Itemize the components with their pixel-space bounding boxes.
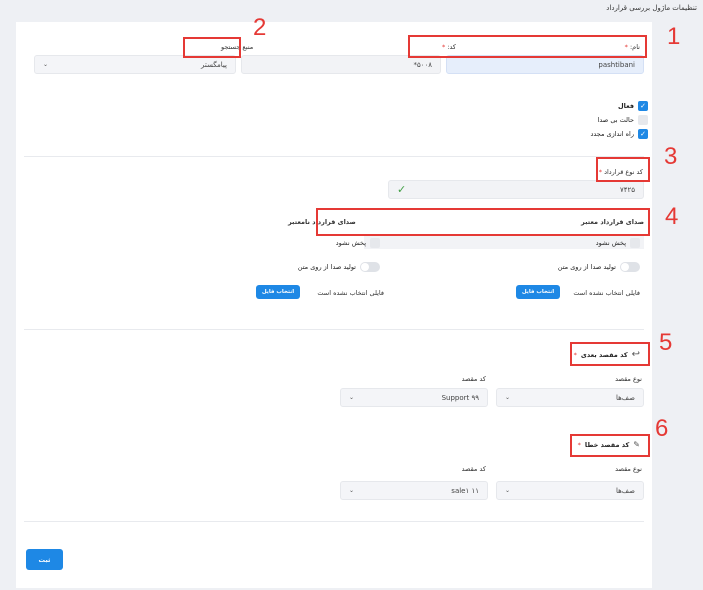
next-dest-code-select[interactable]: ⌄ Support ۹۹	[340, 388, 488, 407]
divider	[24, 329, 644, 330]
invalid-choose-file-button[interactable]: انتخاب فایل	[256, 285, 300, 299]
invalid-voice-title: صدای قرارداد نامعتبر	[288, 218, 356, 226]
restart-checkbox-row[interactable]: ✓ راه اندازی مجدد	[590, 129, 648, 139]
valid-no-play-label: پخش نشود	[595, 239, 626, 247]
error-dest-type-value: صف‌ها	[615, 486, 635, 495]
next-dest-code-value: Support ۹۹	[441, 393, 479, 402]
code-label: کد:	[447, 43, 456, 51]
contract-type-label: کد نوع قرارداد	[604, 168, 643, 176]
name-input[interactable]: pashtibani	[446, 55, 644, 74]
contract-type-value: ۷۴۲۵	[619, 185, 635, 194]
search-source-value: پیامگستر	[200, 60, 227, 69]
invalid-tts-row[interactable]: تولید صدا از روی متن	[298, 262, 380, 272]
error-dest-code-select[interactable]: ⌄ sale۱ ۱۱	[340, 481, 488, 500]
chevron-down-icon: ⌄	[43, 61, 49, 68]
divider	[24, 156, 644, 157]
annotation-number: 6	[655, 415, 669, 442]
invalid-tts-label: تولید صدا از روی متن	[297, 263, 356, 271]
contract-type-input[interactable]: ✓ ۷۴۲۵	[388, 180, 644, 199]
code-input[interactable]: *۵۰۰۸	[241, 55, 441, 74]
annotation-number: 5	[659, 329, 673, 356]
restart-label: راه اندازی مجدد	[590, 130, 634, 138]
check-icon: ✓	[397, 183, 407, 196]
invalid-no-play-label: پخش نشود	[335, 239, 366, 247]
name-label-group: نام: *	[625, 43, 640, 51]
error-dest-code-value: sale۱ ۱۱	[451, 486, 479, 495]
valid-tts-toggle[interactable]	[620, 262, 640, 272]
error-dest-required-mark: *	[577, 440, 581, 449]
invalid-tts-toggle[interactable]	[360, 262, 380, 272]
valid-no-file-text: فایلی انتخاب نشده است	[573, 289, 640, 297]
annotation-number: 3	[664, 143, 678, 170]
divider	[24, 521, 644, 522]
page-title: تنظیمات ماژول بررسی قرارداد	[606, 4, 697, 12]
magic-wand-icon: ✎	[633, 440, 640, 449]
valid-voice-title: صدای قرارداد معتبر	[581, 218, 644, 226]
next-dest-type-label: نوع مقصد	[615, 375, 642, 383]
active-checkbox[interactable]: ✓	[638, 101, 648, 111]
reply-arrow-icon: ↩	[631, 349, 640, 360]
error-dest-header: ✎ کد مقصد خطا *	[578, 440, 640, 449]
valid-no-play-checkbox[interactable]	[630, 238, 640, 248]
chevron-down-icon: ⌄	[505, 487, 511, 494]
code-label-group: کد: *	[442, 43, 456, 51]
search-source-label: منبع جستجو	[221, 43, 254, 51]
search-source-select[interactable]: ⌄ پیامگستر	[34, 55, 236, 74]
settings-panel: نام: * کد: * منبع جستجو pashtibani *۵۰۰۸…	[16, 22, 652, 588]
next-dest-type-value: صف‌ها	[615, 393, 635, 402]
name-required-mark: *	[624, 43, 628, 51]
error-dest-type-label: نوع مقصد	[615, 465, 642, 473]
next-dest-label: کد مقصد بعدی	[580, 350, 628, 359]
chevron-down-icon: ⌄	[349, 487, 355, 494]
annotation-number: 4	[665, 203, 679, 230]
silent-checkbox[interactable]	[638, 115, 648, 125]
next-dest-required-mark: *	[573, 350, 577, 359]
next-dest-code-label: کد مقصد	[461, 375, 486, 383]
contract-type-label-group: کد نوع قرارداد *	[599, 168, 643, 176]
active-label: فعال	[617, 102, 634, 110]
submit-button[interactable]: ثبت	[26, 549, 63, 570]
error-dest-code-label: کد مقصد	[461, 465, 486, 473]
chevron-down-icon: ⌄	[349, 394, 355, 401]
valid-tts-row[interactable]: تولید صدا از روی متن	[558, 262, 640, 272]
next-dest-header: ↩ کد مقصد بعدی *	[574, 349, 640, 360]
restart-checkbox[interactable]: ✓	[638, 129, 648, 139]
error-dest-type-select[interactable]: ⌄ صف‌ها	[496, 481, 644, 500]
code-required-mark: *	[441, 43, 446, 51]
invalid-no-file-text: فایلی انتخاب نشده است	[317, 289, 384, 297]
annotation-number: 2	[253, 14, 267, 41]
contract-type-required-mark: *	[598, 168, 602, 176]
name-label: نام:	[629, 43, 640, 51]
chevron-down-icon: ⌄	[505, 394, 511, 401]
error-dest-label: کد مقصد خطا	[584, 440, 630, 449]
valid-no-play-row[interactable]: پخش نشود	[596, 238, 640, 248]
next-dest-type-select[interactable]: ⌄ صف‌ها	[496, 388, 644, 407]
active-checkbox-row[interactable]: ✓ فعال	[618, 101, 648, 111]
silent-checkbox-row[interactable]: حالت بی صدا	[598, 115, 648, 125]
valid-tts-label: تولید صدا از روی متن	[557, 263, 616, 271]
invalid-no-play-row[interactable]: پخش نشود	[336, 238, 380, 248]
invalid-no-play-checkbox[interactable]	[370, 238, 380, 248]
annotation-number: 1	[667, 23, 681, 50]
valid-choose-file-button[interactable]: انتخاب فایل	[516, 285, 560, 299]
silent-label: حالت بی صدا	[597, 116, 634, 124]
